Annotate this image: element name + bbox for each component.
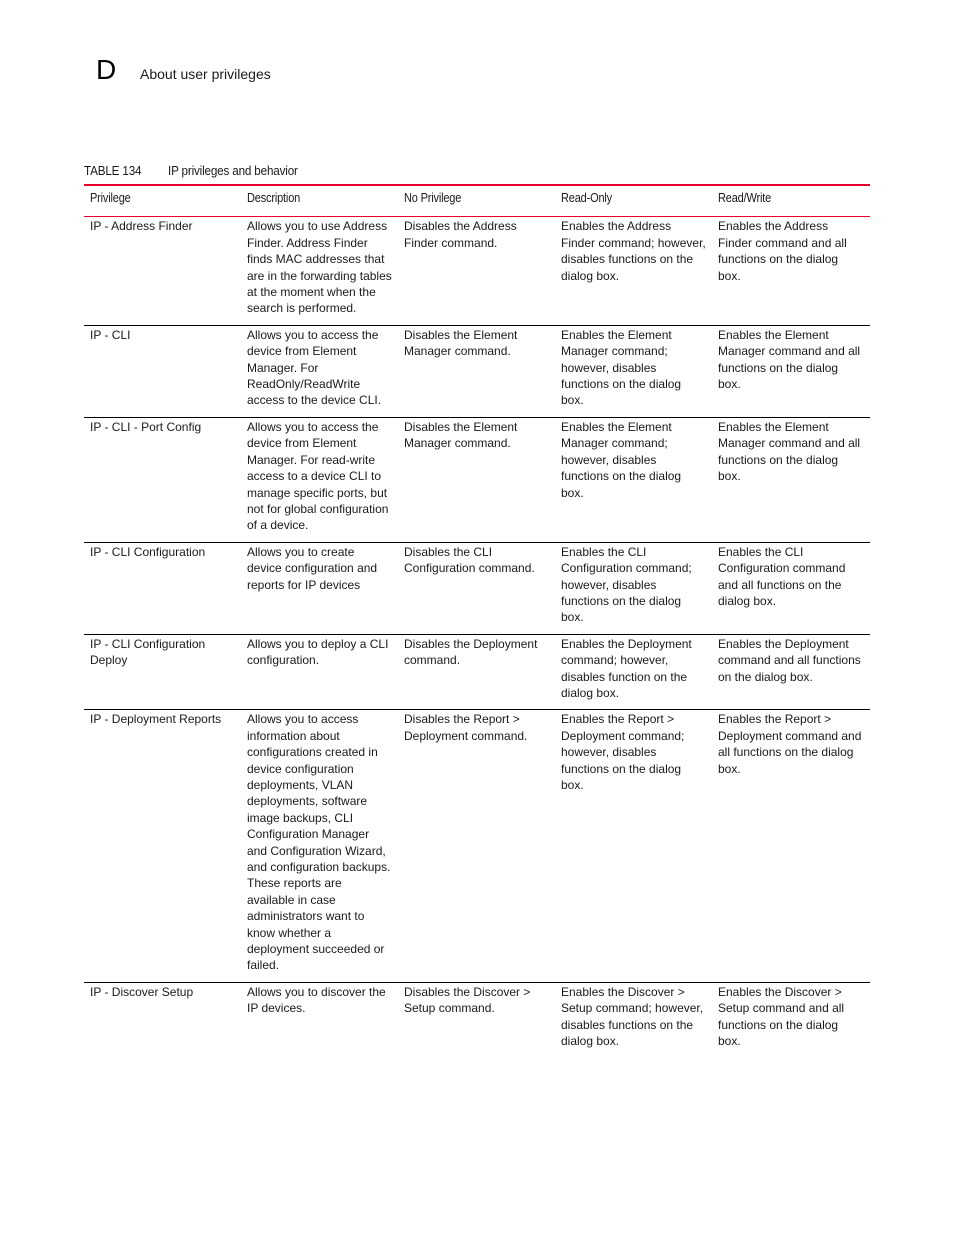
table-header-row: Privilege Description No Privilege Read-… <box>84 185 870 217</box>
cell-read-only: Enables the Deployment command; however,… <box>561 636 692 700</box>
cell-read-only: Enables the Report > Deployment command;… <box>561 712 685 792</box>
cell-read-write: Enables the Report > Deployment command … <box>718 712 862 776</box>
cell-no-privilege: Disables the CLI Configuration command. <box>404 544 535 576</box>
cell-description: Allows you to discover the IP devices. <box>247 984 386 1016</box>
section-title: About user privileges <box>140 66 271 82</box>
cell-read-only: Enables the CLI Configuration command; h… <box>561 544 692 625</box>
cell-description: Allows you to access information about c… <box>247 712 391 973</box>
cell-read-only: Enables the Element Manager command; how… <box>561 419 682 500</box>
cell-description: Allows you to create device configuratio… <box>247 544 378 592</box>
cell-read-write: Enables the Element Manager command and … <box>718 419 861 484</box>
column-header-no-privilege: No Privilege <box>404 191 462 205</box>
table-row: IP - Address Finder Allows you to use Ad… <box>84 217 870 326</box>
cell-description: Allows you to access the device from Ele… <box>247 419 389 533</box>
column-header-privilege: Privilege <box>90 191 131 205</box>
cell-no-privilege: Disables the Report > Deployment command… <box>404 712 528 743</box>
cell-read-write: Enables the Address Finder command and a… <box>718 219 847 283</box>
cell-no-privilege: Disables the Deployment command. <box>404 636 538 668</box>
column-header-read-only: Read-Only <box>561 191 612 205</box>
table-row: IP - CLI Configuration Allows you to cre… <box>84 542 870 635</box>
cell-read-write: Enables the Element Manager command and … <box>718 327 861 392</box>
table-row: IP - CLI - Port Config Allows you to acc… <box>84 417 870 543</box>
cell-no-privilege: Disables the Address Finder command. <box>404 219 517 250</box>
table-title: IP privileges and behavior <box>168 163 298 178</box>
page-header: D About user privileges <box>96 56 271 84</box>
cell-read-only: Enables the Element Manager command; how… <box>561 327 682 408</box>
table-number: TABLE 134 <box>84 163 142 178</box>
cell-privilege: IP - CLI <box>90 327 131 342</box>
cell-privilege: IP - CLI Configuration <box>90 544 206 559</box>
table-row: IP - CLI Configuration Deploy Allows you… <box>84 634 870 710</box>
cell-description: Allows you to access the device from Ele… <box>247 327 382 408</box>
cell-read-write: Enables the CLI Configuration command an… <box>718 544 846 608</box>
privileges-table: Privilege Description No Privilege Read-… <box>84 184 870 1058</box>
cell-privilege: IP - CLI Configuration Deploy <box>90 636 206 668</box>
column-header-read-write: Read/Write <box>718 191 772 205</box>
cell-privilege: IP - Address Finder <box>90 219 193 234</box>
cell-read-write: Enables the Deployment command and all f… <box>718 636 861 684</box>
cell-read-only: Enables the Discover > Setup command; ho… <box>561 984 704 1049</box>
cell-description: Allows you to use Address Finder. Addres… <box>247 219 392 316</box>
cell-privilege: IP - Deployment Reports <box>90 712 222 727</box>
table-row: IP - Discover Setup Allows you to discov… <box>84 982 870 1057</box>
table-caption: TABLE 134 IP privileges and behavior <box>84 163 312 178</box>
cell-no-privilege: Disables the Element Manager command. <box>404 419 518 451</box>
cell-read-write: Enables the Discover > Setup command and… <box>718 984 845 1049</box>
cell-no-privilege: Disables the Element Manager command. <box>404 327 518 359</box>
column-header-description: Description <box>247 191 301 205</box>
table-row: IP - Deployment Reports Allows you to ac… <box>84 710 870 983</box>
cell-privilege: IP - CLI - Port Config <box>90 419 202 434</box>
cell-no-privilege: Disables the Discover > Setup command. <box>404 984 531 1016</box>
cell-read-only: Enables the Address Finder command; howe… <box>561 219 706 283</box>
chapter-letter: D <box>96 54 117 85</box>
cell-privilege: IP - Discover Setup <box>90 984 194 999</box>
cell-description: Allows you to deploy a CLI configuration… <box>247 636 389 668</box>
table-row: IP - CLI Allows you to access the device… <box>84 325 870 418</box>
